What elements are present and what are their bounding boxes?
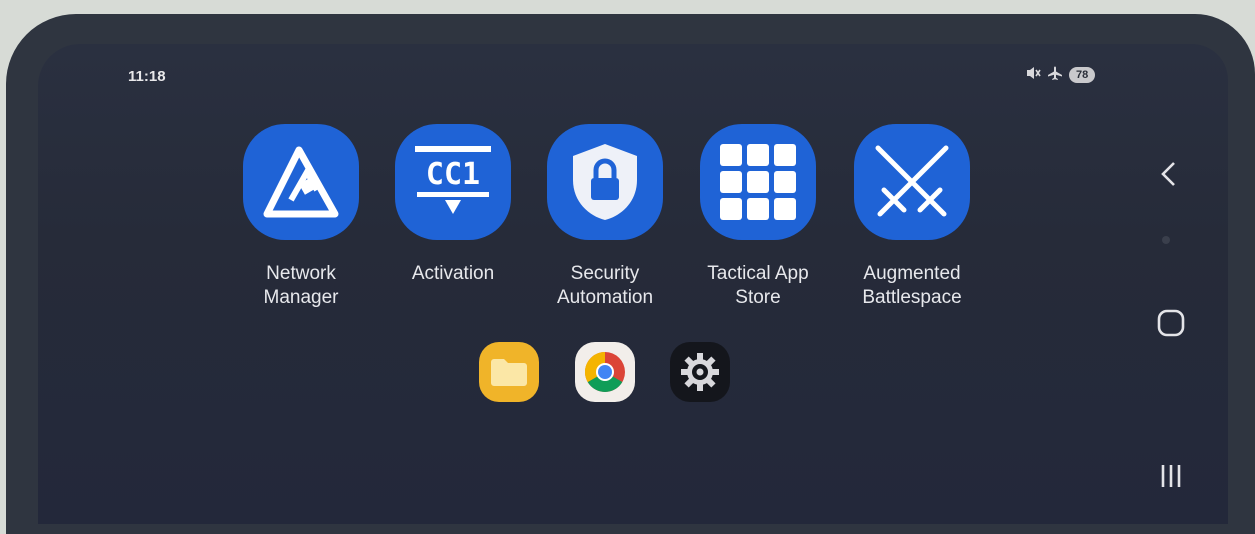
- settings-gear-icon[interactable]: [670, 342, 730, 402]
- app-label: Activation: [411, 263, 495, 284]
- app-augmented-battlespace[interactable]: Augmented Battlespace: [837, 124, 987, 310]
- battery-indicator: 78: [1069, 66, 1096, 83]
- status-time: 11:18: [128, 68, 166, 85]
- back-icon[interactable]: [1158, 160, 1180, 193]
- home-screen: 11:18 78 Network Manager CC1 Activation …: [38, 44, 1228, 524]
- recents-icon[interactable]: [1158, 462, 1184, 495]
- app-activation[interactable]: CC1 Activation: [378, 124, 528, 286]
- status-icons: 78: [1025, 66, 1096, 83]
- app-label: Network Manager: [263, 263, 339, 308]
- app-network-manager[interactable]: Network Manager: [226, 124, 376, 310]
- airplane-icon: [1047, 66, 1063, 83]
- grid-icon: [700, 124, 816, 240]
- app-label: Augmented Battlespace: [862, 263, 962, 308]
- cc1-activation-icon: CC1: [395, 124, 511, 240]
- shield-lock-icon: [547, 124, 663, 240]
- home-icon[interactable]: [1156, 308, 1186, 343]
- mute-vibrate-icon: [1025, 66, 1041, 83]
- proximity-sensor: [1162, 236, 1170, 244]
- app-label: Tactical App Store: [707, 263, 809, 308]
- network-triangle-icon: [243, 124, 359, 240]
- app-label: Security Automation: [556, 263, 654, 308]
- folder-icon[interactable]: [479, 342, 539, 402]
- chrome-icon[interactable]: [575, 342, 635, 402]
- app-security-automation[interactable]: Security Automation: [530, 124, 680, 310]
- crossed-swords-icon: [854, 124, 970, 240]
- cc1-text: CC1: [426, 157, 480, 192]
- app-tactical-app-store[interactable]: Tactical App Store: [683, 124, 833, 310]
